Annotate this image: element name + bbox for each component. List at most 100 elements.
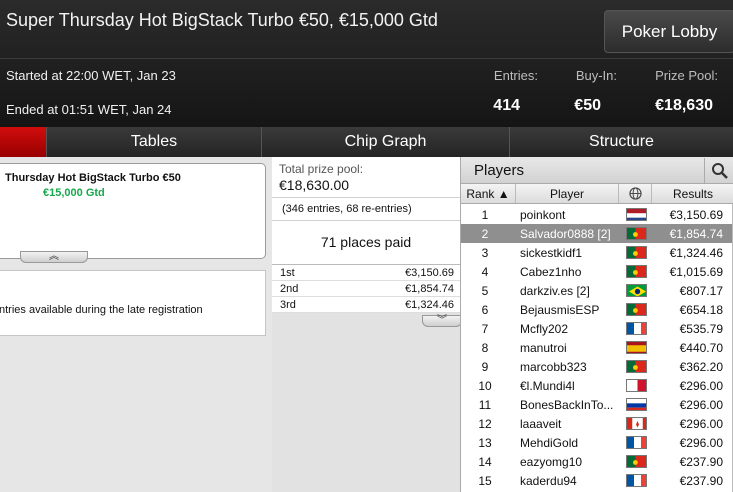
column-player[interactable]: Player: [516, 184, 619, 203]
netherlands-flag-icon: [626, 208, 647, 221]
player-row[interactable]: 6 BejausmisESP €654.18: [461, 300, 732, 319]
portugal-flag-icon: [626, 227, 647, 240]
ended-time: Ended at 01:51 WET, Jan 24: [6, 102, 172, 117]
payout-row: 3rd €1,324.46: [272, 297, 460, 313]
canada-flag-icon: [626, 417, 647, 430]
portugal-flag-icon: [626, 303, 647, 316]
player-name: kaderdu94: [520, 474, 577, 488]
player-name: laaaveit: [520, 417, 562, 431]
player-result: €807.17: [679, 284, 723, 298]
payout-place: 1st: [280, 267, 295, 279]
buyin-value: €50: [574, 97, 601, 114]
poker-lobby-button[interactable]: Poker Lobby: [604, 10, 733, 53]
tab-structure[interactable]: Structure: [509, 127, 733, 157]
player-row[interactable]: 3 sickestkidf1 €1,324.46: [461, 243, 732, 262]
places-paid: 71 places paid: [320, 234, 412, 250]
player-name: eazyomg10: [520, 455, 583, 469]
player-rank: 9: [481, 360, 489, 374]
player-result: €1,324.46: [669, 246, 723, 260]
player-rank: 15: [478, 474, 492, 488]
tab-chip-graph[interactable]: Chip Graph: [261, 127, 509, 157]
player-row[interactable]: 2 Salvador0888 [2] €1,854.74: [461, 224, 732, 243]
column-country[interactable]: [619, 184, 652, 203]
entries-value: 414: [493, 97, 520, 114]
player-result: €296.00: [679, 379, 723, 393]
player-row[interactable]: 1 poinkont €3,150.69: [461, 205, 732, 224]
player-row[interactable]: 9 marcobb323 €362.20: [461, 357, 732, 376]
prize-pool-label: Prize Pool:: [655, 68, 718, 83]
magnifier-icon: [711, 162, 728, 179]
player-name: BejausmisESP: [520, 303, 600, 317]
player-row[interactable]: 11 BonesBackInTo... €296.00: [461, 395, 732, 414]
player-row[interactable]: 12 laaaveit €296.00: [461, 414, 732, 433]
brazil-flag-icon: [626, 284, 647, 297]
player-rank: 8: [481, 341, 489, 355]
payout-amount: €3,150.69: [405, 267, 454, 279]
player-rank: 10: [478, 379, 492, 393]
payout-amount: €1,324.46: [405, 299, 454, 311]
player-rank: 6: [481, 303, 489, 317]
player-name: sickestkidf1: [520, 246, 583, 260]
tab-tables[interactable]: Tables: [46, 127, 261, 157]
column-rank[interactable]: Rank ▲: [461, 184, 516, 203]
player-result: €237.90: [679, 455, 723, 469]
player-rank: 12: [478, 417, 492, 431]
player-row[interactable]: 15 kaderdu94 €237.90: [461, 471, 732, 490]
player-result: €1,015.69: [669, 265, 723, 279]
buyin-label: Buy-In:: [575, 68, 617, 83]
payout-row: 2nd €1,854.74: [272, 281, 460, 297]
globe-icon: [628, 187, 642, 200]
russia-flag-icon: [626, 398, 647, 411]
tournament-header: Super Thursday Hot BigStack Turbo €50, €…: [0, 0, 733, 127]
player-result: €362.20: [679, 360, 723, 374]
tab-info[interactable]: [0, 127, 46, 157]
player-result: €1,854.74: [669, 227, 723, 241]
player-row[interactable]: 7 Mcfly202 €535.79: [461, 319, 732, 338]
player-result: €296.00: [679, 398, 723, 412]
player-row[interactable]: 8 manutroi €440.70: [461, 338, 732, 357]
player-row[interactable]: 13 MehdiGold €296.00: [461, 433, 732, 452]
player-result: €296.00: [679, 436, 723, 450]
portugal-flag-icon: [626, 455, 647, 468]
payout-row: 1st €3,150.69: [272, 265, 460, 281]
spain-flag-icon: [626, 341, 647, 354]
prize-summary: Total prize pool: €18,630.00 (346 entrie…: [272, 157, 460, 265]
tab-bar: Tables Chip Graph Structure: [0, 127, 733, 157]
players-title: Players: [474, 162, 525, 179]
player-row[interactable]: 4 Cabez1nho €1,015.69: [461, 262, 732, 281]
player-result: €3,150.69: [669, 208, 723, 222]
payout-place: 3rd: [280, 299, 296, 311]
late-registration-note: ntries available during the late registr…: [0, 270, 266, 336]
tournament-card-gtd: €15,000 Gtd: [43, 187, 105, 199]
column-results[interactable]: Results: [652, 184, 733, 203]
player-name: darkziv.es [2]: [520, 284, 590, 298]
player-rank: 3: [481, 246, 489, 260]
header-divider: [0, 58, 733, 59]
player-result: €654.18: [679, 303, 723, 317]
expand-up-button[interactable]: ︽: [20, 251, 88, 263]
player-row[interactable]: 5 darkziv.es [2] €807.17: [461, 281, 732, 300]
player-rank: 7: [481, 322, 489, 336]
portugal-flag-icon: [626, 360, 647, 373]
tournament-card-title: Thursday Hot BigStack Turbo €50: [5, 172, 181, 184]
player-result: €440.70: [679, 341, 723, 355]
player-name: Salvador0888 [2]: [520, 227, 611, 241]
player-row[interactable]: 14 eazyomg10 €237.90: [461, 452, 732, 471]
expand-down-button[interactable]: ︾: [422, 315, 462, 327]
player-row[interactable]: 10 €l.Mundi4l €296.00: [461, 376, 732, 395]
player-name: poinkont: [520, 208, 566, 222]
players-column-header: Rank ▲ Player Results: [461, 184, 733, 204]
france-flag-icon: [626, 322, 647, 335]
payout-amount: €1,854.74: [405, 283, 454, 295]
portugal-flag-icon: [626, 246, 647, 259]
player-name: marcobb323: [520, 360, 587, 374]
search-button[interactable]: [704, 158, 733, 183]
player-result: €535.79: [679, 322, 723, 336]
total-prize-value: €18,630.00: [279, 177, 350, 193]
separator: [272, 197, 460, 198]
france-flag-icon: [626, 436, 647, 449]
player-rank: 1: [481, 208, 489, 222]
player-rank: 2: [481, 227, 489, 241]
player-name: MehdiGold: [520, 436, 579, 450]
entries-note: (346 entries, 68 re-entries): [282, 203, 412, 215]
